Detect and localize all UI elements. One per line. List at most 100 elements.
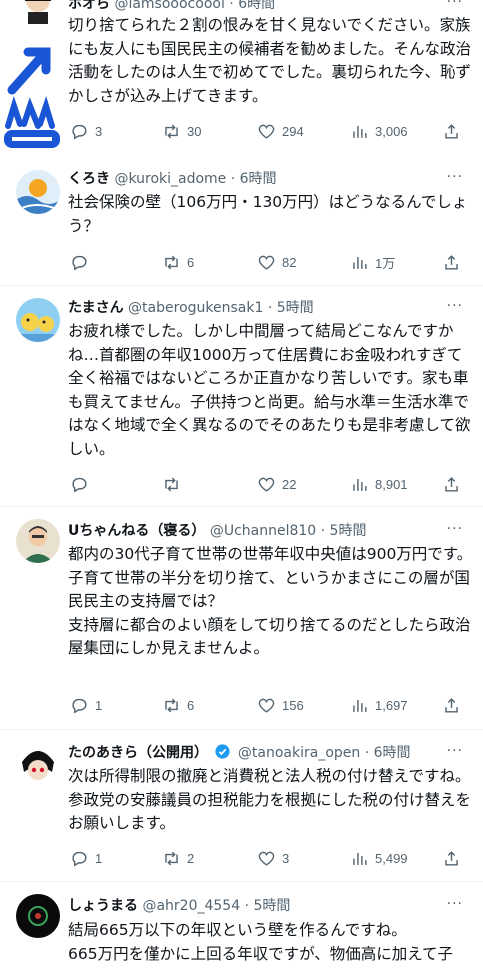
more-options-button[interactable]: ··· xyxy=(447,296,463,316)
reply-button[interactable]: 1 xyxy=(70,693,102,717)
tweet-header: くろき @kuroki_adome · 6時間 xyxy=(68,169,443,189)
author-name[interactable]: たのあきら（公開用） xyxy=(68,745,208,761)
tweet-text: 結局665万以下の年収という壁を作るんですね。 665万円を僅かに上回る年収です… xyxy=(68,921,454,963)
author-handle[interactable]: @ahr20_4554 xyxy=(142,898,240,914)
author-handle[interactable]: @kuroki_adome xyxy=(114,171,226,187)
views-button[interactable]: 1万 xyxy=(350,250,395,274)
views-button[interactable]: 1,697 xyxy=(350,693,408,717)
retweet-count: 6 xyxy=(187,697,195,713)
share-button[interactable] xyxy=(442,119,461,143)
author-name[interactable]: Uちゃんねる（寝る） xyxy=(68,523,205,539)
avatar[interactable] xyxy=(16,742,60,786)
avatar[interactable] xyxy=(16,170,60,214)
tweet-text: 切り捨てられた２割の恨みを甘く見ないでください。家族にも友人にも国民民主の候補者… xyxy=(68,16,472,105)
like-button[interactable]: 3 xyxy=(257,846,289,870)
views-icon xyxy=(353,125,367,138)
avatar[interactable] xyxy=(16,298,60,342)
retweet-button[interactable]: 2 xyxy=(162,846,194,870)
timestamp[interactable]: · 6時間 xyxy=(229,0,275,12)
reply-button[interactable] xyxy=(70,250,95,274)
author-name[interactable]: たまさん xyxy=(68,300,124,316)
retweet-count: 6 xyxy=(187,254,195,270)
reply-icon xyxy=(72,698,87,713)
avatar[interactable] xyxy=(16,894,60,938)
more-options-button[interactable]: ··· xyxy=(447,167,463,187)
like-count: 156 xyxy=(282,697,304,713)
tweet-text: 次は所得制限の撤廃と消費税と法人税の付け替えですね。参政党の安藤議員の担税能力を… xyxy=(68,767,472,833)
views-button[interactable]: 5,499 xyxy=(350,846,408,870)
tweet-5[interactable]: たのあきら（公開用） @tanoakira_open · 6時間 ··· 次は所… xyxy=(0,730,483,882)
author-name[interactable]: くろき xyxy=(68,171,110,187)
tweet-3[interactable]: たまさん @taberogukensak1 · 5時間 ··· お疲れ様でした。… xyxy=(0,286,483,507)
like-count: 3 xyxy=(282,850,290,866)
like-button[interactable]: 156 xyxy=(257,693,304,717)
author-handle[interactable]: @Uchannel810 xyxy=(210,523,316,539)
share-button[interactable] xyxy=(442,846,461,870)
views-icon xyxy=(353,256,367,269)
action-bar: 3 30 294 3,006 xyxy=(60,119,470,143)
verified-badge-icon[interactable] xyxy=(214,743,231,760)
tweet-1[interactable]: ホオら @lamsooocoool · 6時間 ··· 切り捨てられた２割の恨み… xyxy=(0,0,483,159)
tweet-text: 社会保険の壁（106万円・130万円）はどうなるんでしょう？ xyxy=(68,193,468,235)
retweet-icon xyxy=(165,477,178,491)
share-button[interactable] xyxy=(442,693,461,717)
more-options-button[interactable]: ··· xyxy=(447,741,463,761)
more-options-button[interactable]: ··· xyxy=(447,519,463,539)
tweet-header: Uちゃんねる（寝る） @Uchannel810 · 5時間 xyxy=(68,521,443,541)
author-handle[interactable]: @taberogukensak1 xyxy=(128,300,263,316)
tweet-2[interactable]: くろき @kuroki_adome · 6時間 ··· 社会保険の壁（106万円… xyxy=(0,158,483,286)
views-button[interactable]: 8,901 xyxy=(350,472,408,496)
author-name[interactable]: ホオら xyxy=(68,0,110,12)
reply-count: 3 xyxy=(95,123,103,139)
like-icon xyxy=(258,124,275,139)
timestamp[interactable]: · 5時間 xyxy=(268,300,314,316)
views-button[interactable]: 3,006 xyxy=(350,119,408,143)
like-button[interactable]: 294 xyxy=(257,119,304,143)
timestamp[interactable]: · 5時間 xyxy=(321,523,367,539)
more-options-button[interactable]: ··· xyxy=(447,894,463,914)
share-button[interactable] xyxy=(442,472,461,496)
reply-button[interactable] xyxy=(70,472,95,496)
share-icon xyxy=(445,697,458,713)
share-icon xyxy=(445,850,458,866)
like-button[interactable]: 82 xyxy=(257,250,296,274)
retweet-button[interactable] xyxy=(162,472,187,496)
retweet-button[interactable]: 30 xyxy=(162,119,201,143)
retweet-count: 30 xyxy=(187,123,202,139)
author-handle[interactable]: @lamsooocoool xyxy=(114,0,224,12)
tweet-6[interactable]: しょうまる @ahr20_4554 · 5時間 ··· 結局665万以下の年収と… xyxy=(0,882,483,970)
timestamp[interactable]: · 6時間 xyxy=(365,745,411,761)
timestamp[interactable]: · 5時間 xyxy=(245,898,291,914)
avatar[interactable] xyxy=(16,0,60,30)
reply-icon xyxy=(72,255,87,270)
reply-button[interactable]: 1 xyxy=(70,846,102,870)
timestamp[interactable]: · 6時間 xyxy=(231,171,277,187)
more-options-button[interactable]: ··· xyxy=(447,0,463,12)
avatar[interactable] xyxy=(16,519,60,563)
like-button[interactable]: 22 xyxy=(257,472,296,496)
share-icon xyxy=(445,123,458,139)
tweet-header: ホオら @lamsooocoool · 6時間 xyxy=(68,0,443,14)
author-handle[interactable]: @tanoakira_open xyxy=(238,745,360,761)
like-count: 82 xyxy=(282,254,297,270)
views-icon xyxy=(353,478,367,491)
reply-icon xyxy=(72,851,87,866)
reply-count: 1 xyxy=(95,697,103,713)
action-bar: 1 6 156 1,697 xyxy=(60,693,470,717)
action-bar: 22 8,901 xyxy=(60,472,470,496)
author-name[interactable]: しょうまる xyxy=(68,898,138,914)
reply-button[interactable]: 3 xyxy=(70,119,102,143)
tweet-header: たのあきら（公開用） @tanoakira_open · 6時間 xyxy=(68,743,443,763)
action-bar: 1 2 3 5,499 xyxy=(60,846,470,870)
views-icon xyxy=(353,852,367,865)
retweet-button[interactable]: 6 xyxy=(162,693,194,717)
share-button[interactable] xyxy=(442,250,461,274)
doodle-overlay xyxy=(0,44,64,154)
like-icon xyxy=(258,851,275,866)
retweet-icon xyxy=(165,698,178,712)
retweet-icon xyxy=(165,851,178,865)
tweet-4[interactable]: Uちゃんねる（寝る） @Uchannel810 · 5時間 ··· 都内の30代… xyxy=(0,507,483,730)
like-count: 294 xyxy=(282,123,304,139)
views-count: 1,697 xyxy=(375,697,408,713)
retweet-button[interactable]: 6 xyxy=(162,250,194,274)
